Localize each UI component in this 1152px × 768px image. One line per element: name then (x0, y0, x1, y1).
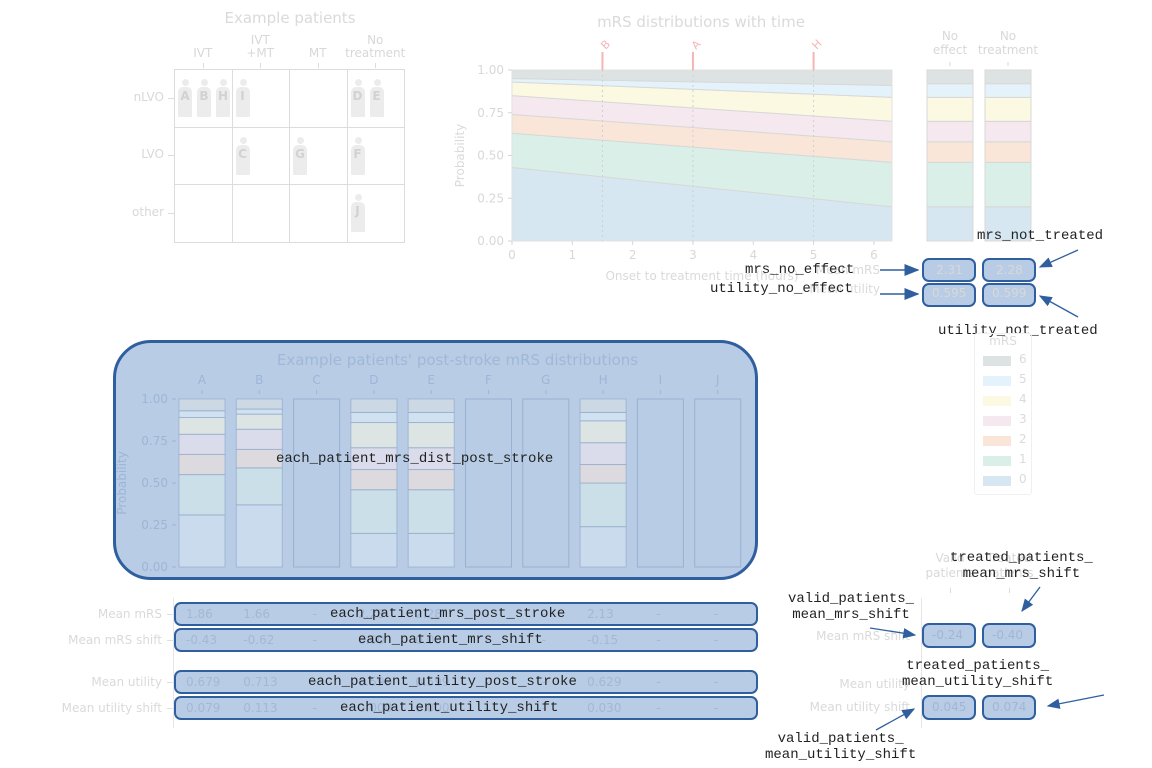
arrow-treated-mrs-shift (1021, 586, 1041, 613)
arrow-utility-not-treated (1038, 295, 1079, 318)
arrow-valid-utility-shift (875, 708, 916, 731)
arrow-valid-mrs-shift (869, 627, 917, 639)
arrow-mrs-not-treated (1038, 249, 1079, 268)
arrow-treated-utility-shift (1046, 694, 1105, 709)
annotation-arrows (869, 249, 1105, 731)
